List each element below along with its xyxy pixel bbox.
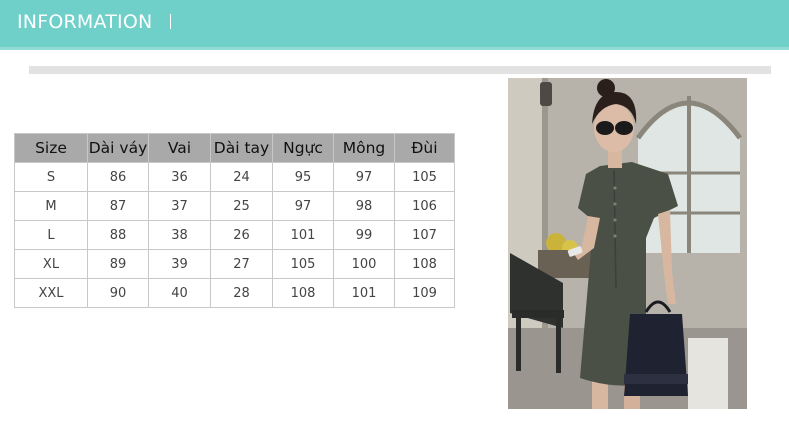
table-cell: 99: [333, 220, 395, 250]
table-cell: 40: [148, 278, 211, 308]
table-cell: 38: [148, 220, 211, 250]
section-divider: [29, 66, 771, 74]
table-cell: 24: [210, 162, 273, 192]
table-cell: L: [14, 220, 88, 250]
photo-sunglasses: [596, 121, 614, 135]
table-cell: 37: [148, 191, 211, 221]
column-header-dress-length: Dài váy: [87, 133, 149, 163]
table-cell: 105: [272, 249, 334, 279]
table-cell: 90: [87, 278, 149, 308]
column-header-sleeve-length: Dài tay: [210, 133, 273, 163]
header-divider: [170, 14, 171, 29]
table-cell: 36: [148, 162, 211, 192]
table-cell: 26: [210, 220, 273, 250]
table-cell: 86: [87, 162, 149, 192]
table-row: S 86 36 24 95 97 105: [14, 162, 455, 192]
table-cell: XL: [14, 249, 88, 279]
table-cell: 108: [394, 249, 455, 279]
table-cell: S: [14, 162, 88, 192]
table-cell: 100: [333, 249, 395, 279]
size-chart-table: Size Dài váy Vai Dài tay Ngực Mông Đùi S…: [14, 133, 455, 308]
table-row: XL 89 39 27 105 100 108: [14, 249, 455, 279]
table-cell: 89: [87, 249, 149, 279]
table-cell: 107: [394, 220, 455, 250]
table-cell: 106: [394, 191, 455, 221]
column-header-shoulder: Vai: [148, 133, 211, 163]
column-header-hip: Mông: [333, 133, 395, 163]
table-cell: 25: [210, 191, 273, 221]
table-cell: 87: [87, 191, 149, 221]
table-header-row: Size Dài váy Vai Dài tay Ngực Mông Đùi: [14, 133, 455, 163]
table-cell: 101: [272, 220, 334, 250]
table-row: XXL 90 40 28 108 101 109: [14, 278, 455, 308]
table-cell: 105: [394, 162, 455, 192]
column-header-size: Size: [14, 133, 88, 163]
table-cell: 97: [272, 191, 334, 221]
table-row: M 87 37 25 97 98 106: [14, 191, 455, 221]
table-cell: 108: [272, 278, 334, 308]
table-row: L 88 38 26 101 99 107: [14, 220, 455, 250]
product-photo: [508, 78, 747, 409]
header-title: INFORMATION: [17, 11, 153, 33]
table-cell: 88: [87, 220, 149, 250]
table-cell: 97: [333, 162, 395, 192]
table-cell: 101: [333, 278, 395, 308]
product-photo-illustration: [508, 78, 747, 409]
table-cell: 27: [210, 249, 273, 279]
table-cell: 28: [210, 278, 273, 308]
table-cell: XXL: [14, 278, 88, 308]
table-cell: 109: [394, 278, 455, 308]
table-cell: M: [14, 191, 88, 221]
table-cell: 98: [333, 191, 395, 221]
column-header-thigh: Đùi: [394, 133, 455, 163]
table-cell: 95: [272, 162, 334, 192]
table-cell: 39: [148, 249, 211, 279]
photo-lamp: [540, 82, 552, 106]
column-header-chest: Ngực: [272, 133, 334, 163]
header-band: INFORMATION: [0, 0, 789, 50]
